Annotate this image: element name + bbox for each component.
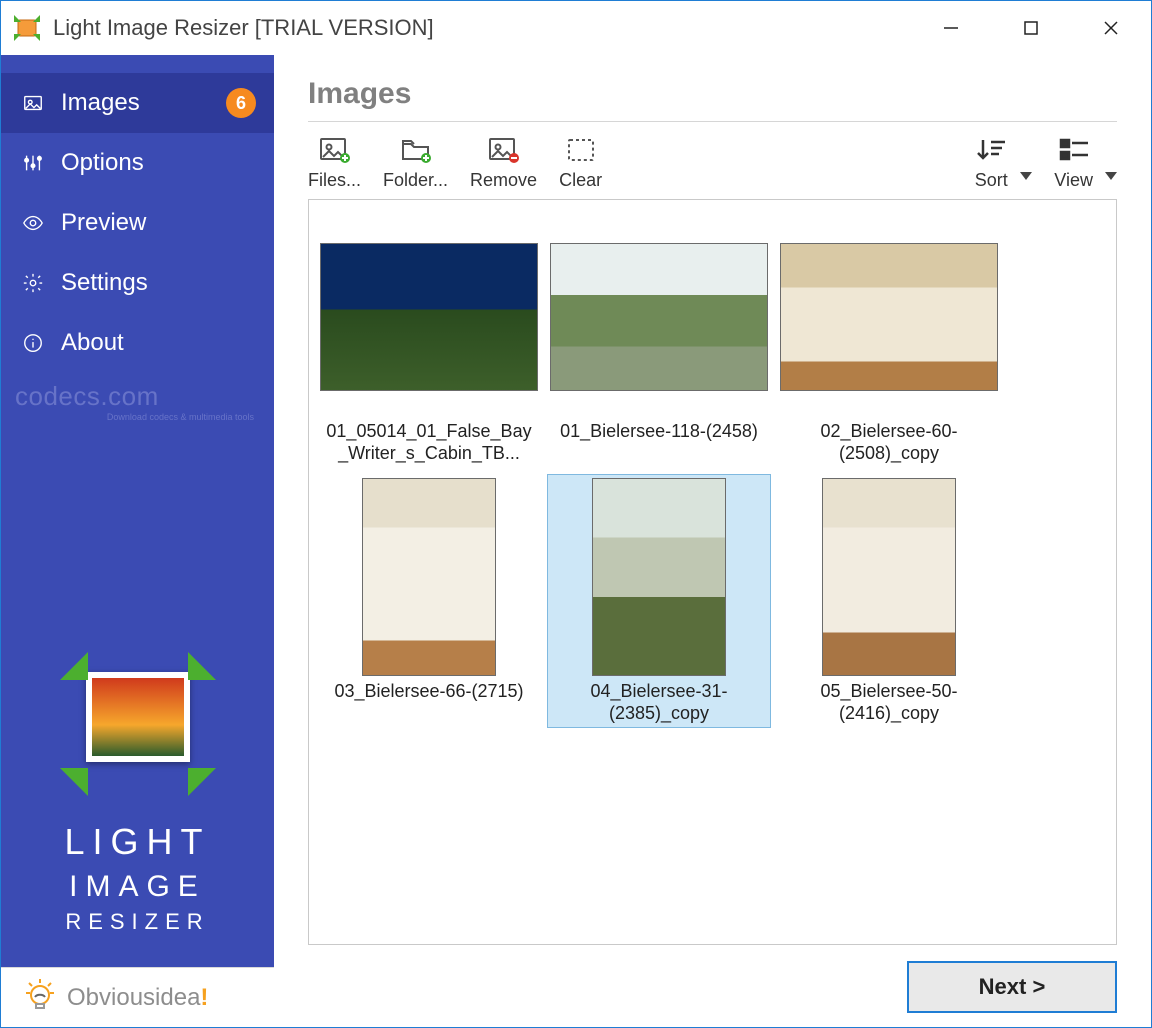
- sidebar-item-settings[interactable]: Settings: [1, 253, 274, 313]
- add-files-button[interactable]: Files...: [308, 136, 361, 191]
- footer: Next >: [308, 945, 1117, 1013]
- info-icon: [19, 332, 47, 354]
- folder-add-icon: [399, 136, 433, 164]
- codecs-watermark: codecs.com: [1, 373, 274, 412]
- app-window: Light Image Resizer [TRIAL VERSION] Imag…: [0, 0, 1152, 1028]
- thumbnail-card[interactable]: 04_Bielersee-31-(2385)_copy: [547, 474, 771, 728]
- sidebar-item-label: Settings: [61, 269, 256, 297]
- page-title: Images: [308, 77, 1117, 122]
- thumbnail-filename: 01_05014_01_False_Bay_Writer_s_Cabin_TB.…: [320, 417, 538, 465]
- sidebar-item-label: Images: [61, 89, 226, 117]
- sidebar-item-label: About: [61, 329, 256, 357]
- thumbnail-filename: 04_Bielersee-31-(2385)_copy: [550, 677, 768, 725]
- codecs-subtitle: Download codecs & multimedia tools: [1, 412, 274, 422]
- sidebar-item-preview[interactable]: Preview: [1, 193, 274, 253]
- sidebar-item-label: Preview: [61, 209, 256, 237]
- titlebar: Light Image Resizer [TRIAL VERSION]: [1, 1, 1151, 55]
- image-remove-icon: [487, 136, 521, 164]
- thumbnail-card[interactable]: 03_Bielersee-66-(2715): [317, 474, 541, 728]
- view-icon: [1057, 136, 1091, 164]
- thumbnail-filename: 01_Bielersee-118-(2458): [558, 417, 760, 449]
- sidebar-item-about[interactable]: About: [1, 313, 274, 373]
- brand-text: LIGHT IMAGE RESIZER: [64, 818, 210, 937]
- thumbnail-image: [320, 243, 538, 391]
- maximize-button[interactable]: [991, 1, 1071, 55]
- thumbnail-filename: 05_Bielersee-50-(2416)_copy: [780, 677, 998, 725]
- clear-icon: [564, 136, 598, 164]
- lightbulb-icon: [19, 975, 61, 1020]
- vendor-bar[interactable]: Obviousidea!: [1, 967, 274, 1027]
- sidebar-item-label: Options: [61, 149, 256, 177]
- thumbnail-card[interactable]: 01_05014_01_False_Bay_Writer_s_Cabin_TB.…: [317, 214, 541, 468]
- close-button[interactable]: [1071, 1, 1151, 55]
- add-folder-button[interactable]: Folder...: [383, 136, 448, 191]
- sidebar-item-images[interactable]: Images 6: [1, 73, 274, 133]
- remove-button[interactable]: Remove: [470, 136, 537, 191]
- next-button[interactable]: Next >: [907, 961, 1117, 1013]
- images-icon: [19, 92, 47, 114]
- thumbnail-image: [550, 243, 768, 391]
- view-dropdown[interactable]: View: [1054, 136, 1117, 191]
- thumbnail-image: [592, 478, 726, 676]
- sidebar-item-options[interactable]: Options: [1, 133, 274, 193]
- sliders-icon: [19, 152, 47, 174]
- thumbnail-filename: 03_Bielersee-66-(2715): [332, 677, 525, 709]
- sort-icon: [974, 136, 1008, 164]
- thumbnail-card[interactable]: 02_Bielersee-60-(2508)_copy: [777, 214, 1001, 468]
- thumbnail-image: [780, 243, 998, 391]
- thumbnail-image: [362, 478, 496, 676]
- image-add-icon: [318, 136, 352, 164]
- app-logo-large: [58, 654, 218, 794]
- chevron-down-icon: [1020, 172, 1032, 180]
- thumbnail-area[interactable]: 01_05014_01_False_Bay_Writer_s_Cabin_TB.…: [308, 199, 1117, 945]
- thumbnail-card[interactable]: 05_Bielersee-50-(2416)_copy: [777, 474, 1001, 728]
- sort-dropdown[interactable]: Sort: [974, 136, 1032, 191]
- thumbnail-card[interactable]: 01_Bielersee-118-(2458): [547, 214, 771, 468]
- brand-area: LIGHT IMAGE RESIZER: [1, 654, 274, 967]
- app-icon: [11, 12, 43, 44]
- gear-icon: [19, 272, 47, 294]
- minimize-button[interactable]: [911, 1, 991, 55]
- clear-button[interactable]: Clear: [559, 136, 602, 191]
- eye-icon: [19, 212, 47, 234]
- images-count-badge: 6: [226, 88, 256, 118]
- toolbar: Files... Folder...: [308, 122, 1117, 199]
- vendor-label: Obviousidea!: [67, 984, 208, 1012]
- thumbnail-image: [822, 478, 956, 676]
- window-title: Light Image Resizer [TRIAL VERSION]: [53, 15, 911, 41]
- sidebar: Images 6 Options Preview: [1, 55, 274, 1027]
- main-panel: Images Files...: [274, 55, 1151, 1027]
- chevron-down-icon: [1105, 172, 1117, 180]
- thumbnail-filename: 02_Bielersee-60-(2508)_copy: [780, 417, 998, 465]
